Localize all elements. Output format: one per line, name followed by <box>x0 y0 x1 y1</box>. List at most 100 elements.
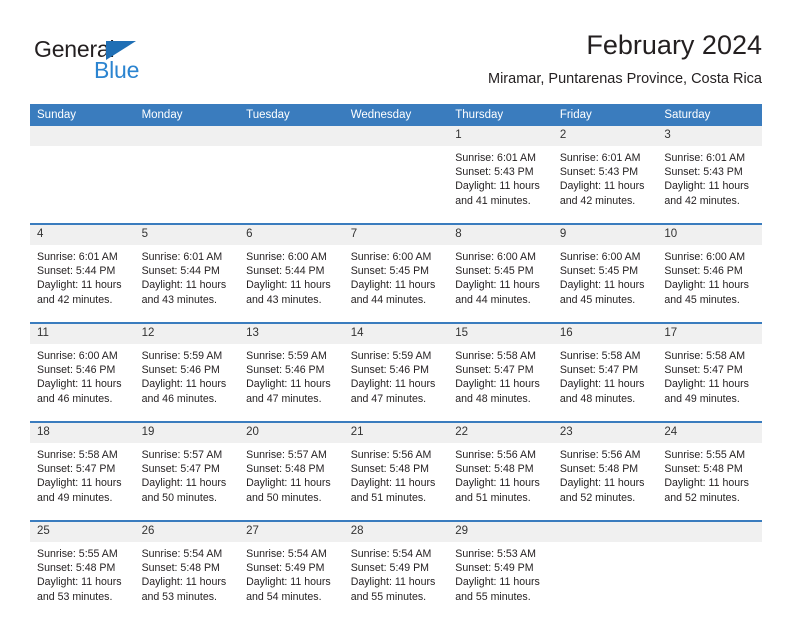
calendar-day-cell[interactable]: 28 Sunrise: 5:54 AM Sunset: 5:49 PM Dayligh… <box>343 520 449 619</box>
sunrise-time: Sunrise: 5:59 AM <box>246 350 327 362</box>
calendar-day-cell[interactable]: 3 Sunrise: 6:01 AM Sunset: 5:43 PM Daylight… <box>657 126 762 224</box>
sunrise-time: Sunrise: 6:01 AM <box>455 152 536 164</box>
sunrise-time: Sunrise: 5:58 AM <box>455 350 536 362</box>
calendar-day-cell[interactable]: 25 Sunrise: 5:55 AM Sunset: 5:48 PM Dayligh… <box>30 520 135 619</box>
day-details <box>135 146 240 223</box>
calendar-day-cell[interactable]: 16 Sunrise: 5:58 AM Sunset: 5:47 PM Dayligh… <box>552 322 658 422</box>
sunset-time: Sunset: 5:48 PM <box>246 463 325 476</box>
calendar-day-cell[interactable]: 6 Sunrise: 6:00 AM Sunset: 5:44 PM Daylight… <box>239 223 344 323</box>
day-number: 13 <box>239 324 344 344</box>
calendar-day-cell[interactable]: 5 Sunrise: 6:01 AM Sunset: 5:44 PM Daylight… <box>134 223 240 323</box>
calendar-day-cell[interactable]: 27 Sunrise: 5:54 AM Sunset: 5:49 PM Dayligh… <box>239 520 344 619</box>
calendar-day-cell[interactable]: 18 Sunrise: 5:58 AM Sunset: 5:47 PM Dayligh… <box>30 421 135 521</box>
daylight-duration-line1: Daylight: 11 hours <box>37 279 122 292</box>
calendar-day-cell[interactable]: 12 Sunrise: 5:59 AM Sunset: 5:46 PM Dayligh… <box>134 322 240 422</box>
weekday-header-friday: Friday <box>552 104 658 126</box>
daylight-duration-line2: and 44 minutes. <box>455 293 531 306</box>
daylight-duration-line2: and 42 minutes. <box>37 293 113 306</box>
sunset-time: Sunset: 5:44 PM <box>141 265 220 278</box>
day-details: Sunrise: 5:58 AM Sunset: 5:47 PM Daylight:… <box>657 344 762 421</box>
day-number: 11 <box>30 324 135 344</box>
sunrise-time: Sunrise: 5:58 AM <box>664 350 746 362</box>
daylight-duration-line1: Daylight: 11 hours <box>37 576 122 589</box>
calendar-header-row: Sunday Monday Tuesday Wednesday Thursday… <box>30 104 762 126</box>
daylight-duration-line2: and 42 minutes. <box>664 194 740 207</box>
calendar-day-cell[interactable]: 29 Sunrise: 5:53 AM Sunset: 5:49 PM Dayligh… <box>448 520 553 619</box>
day-number <box>134 126 240 146</box>
brand-name-blue: Blue <box>94 57 140 83</box>
calendar-week-row: 18 Sunrise: 5:58 AM Sunset: 5:47 PM Dayligh… <box>30 421 762 521</box>
calendar-day-cell-empty <box>657 520 762 619</box>
daylight-duration-line2: and 53 minutes. <box>141 590 217 603</box>
day-number: 26 <box>134 522 240 542</box>
calendar-day-cell[interactable]: 10 Sunrise: 6:00 AM Sunset: 5:46 PM Dayligh… <box>657 223 762 323</box>
calendar-day-cell-empty <box>30 126 135 224</box>
day-number: 6 <box>239 225 344 245</box>
calendar-day-cell[interactable]: 24 Sunrise: 5:55 AM Sunset: 5:48 PM Dayligh… <box>657 421 762 521</box>
sunset-time: Sunset: 5:48 PM <box>37 562 116 575</box>
calendar-day-cell[interactable]: 9 Sunrise: 6:00 AM Sunset: 5:45 PM Daylight… <box>552 223 658 323</box>
day-details: Sunrise: 5:59 AM Sunset: 5:46 PM Daylight:… <box>135 344 240 421</box>
day-details: Sunrise: 5:54 AM Sunset: 5:49 PM Daylight:… <box>344 542 449 619</box>
day-details: Sunrise: 6:00 AM Sunset: 5:45 PM Daylight:… <box>553 245 658 322</box>
sunset-time: Sunset: 5:47 PM <box>664 364 743 377</box>
day-number: 25 <box>30 522 135 542</box>
calendar-day-cell[interactable]: 17 Sunrise: 5:58 AM Sunset: 5:47 PM Dayligh… <box>657 322 762 422</box>
daylight-duration-line1: Daylight: 11 hours <box>664 378 749 391</box>
day-details: Sunrise: 5:55 AM Sunset: 5:48 PM Daylight:… <box>657 443 762 520</box>
day-number: 4 <box>30 225 135 245</box>
calendar-day-cell[interactable]: 11 Sunrise: 6:00 AM Sunset: 5:46 PM Dayligh… <box>30 322 135 422</box>
calendar-day-cell[interactable]: 26 Sunrise: 5:54 AM Sunset: 5:48 PM Dayligh… <box>134 520 240 619</box>
day-details: Sunrise: 6:01 AM Sunset: 5:44 PM Daylight:… <box>135 245 240 322</box>
calendar-day-cell[interactable]: 7 Sunrise: 6:00 AM Sunset: 5:45 PM Daylight… <box>343 223 449 323</box>
day-details <box>30 146 135 223</box>
calendar-day-cell[interactable]: 13 Sunrise: 5:59 AM Sunset: 5:46 PM Dayligh… <box>239 322 344 422</box>
daylight-duration-line1: Daylight: 11 hours <box>141 477 227 490</box>
daylight-duration-line1: Daylight: 11 hours <box>455 180 540 193</box>
sunrise-time: Sunrise: 6:00 AM <box>246 251 327 263</box>
daylight-duration-line2: and 46 minutes. <box>141 392 217 405</box>
day-details: Sunrise: 6:01 AM Sunset: 5:43 PM Daylight:… <box>553 146 658 223</box>
sunset-time: Sunset: 5:43 PM <box>664 166 743 179</box>
daylight-duration-line1: Daylight: 11 hours <box>246 378 331 391</box>
sunrise-time: Sunrise: 5:58 AM <box>37 449 118 461</box>
sunrise-time: Sunrise: 5:54 AM <box>350 548 432 560</box>
daylight-duration-line2: and 53 minutes. <box>37 590 113 603</box>
day-number: 3 <box>657 126 762 146</box>
sunrise-time: Sunrise: 5:53 AM <box>455 548 536 560</box>
daylight-duration-line1: Daylight: 11 hours <box>664 477 749 490</box>
calendar-day-cell[interactable]: 22 Sunrise: 5:56 AM Sunset: 5:48 PM Dayligh… <box>448 421 553 521</box>
daylight-duration-line1: Daylight: 11 hours <box>455 378 540 391</box>
day-details <box>239 146 344 223</box>
day-details: Sunrise: 6:00 AM Sunset: 5:46 PM Daylight:… <box>657 245 762 322</box>
daylight-duration-line1: Daylight: 11 hours <box>141 378 227 391</box>
location-subtitle: Miramar, Puntarenas Province, Costa Rica <box>488 71 762 87</box>
sunrise-time: Sunrise: 5:54 AM <box>141 548 223 560</box>
daylight-duration-line2: and 44 minutes. <box>350 293 427 306</box>
calendar-week-row: 11 Sunrise: 6:00 AM Sunset: 5:46 PM Dayligh… <box>30 322 762 422</box>
brand-logo[interactable]: General Blue <box>34 36 214 92</box>
sunrise-time: Sunrise: 6:00 AM <box>559 251 641 263</box>
calendar-day-cell[interactable]: 2 Sunrise: 6:01 AM Sunset: 5:43 PM Daylight… <box>552 126 658 224</box>
sunrise-time: Sunrise: 6:01 AM <box>559 152 641 164</box>
calendar-day-cell[interactable]: 8 Sunrise: 6:00 AM Sunset: 5:45 PM Daylight… <box>448 223 553 323</box>
day-details: Sunrise: 6:01 AM Sunset: 5:43 PM Daylight:… <box>657 146 762 223</box>
sunrise-time: Sunrise: 5:58 AM <box>559 350 641 362</box>
calendar-day-cell[interactable]: 20 Sunrise: 5:57 AM Sunset: 5:48 PM Dayligh… <box>239 421 344 521</box>
day-details: Sunrise: 5:56 AM Sunset: 5:48 PM Daylight:… <box>448 443 553 520</box>
day-number: 2 <box>552 126 658 146</box>
calendar-day-cell[interactable]: 4 Sunrise: 6:01 AM Sunset: 5:44 PM Daylight… <box>30 223 135 323</box>
sunset-time: Sunset: 5:49 PM <box>350 562 430 575</box>
day-details: Sunrise: 5:59 AM Sunset: 5:46 PM Daylight:… <box>239 344 344 421</box>
calendar-day-cell[interactable]: 1 Sunrise: 6:01 AM Sunset: 5:43 PM Daylight… <box>448 126 553 224</box>
day-details: Sunrise: 6:01 AM Sunset: 5:43 PM Daylight:… <box>448 146 553 223</box>
calendar-day-cell[interactable]: 15 Sunrise: 5:58 AM Sunset: 5:47 PM Dayligh… <box>448 322 553 422</box>
day-details: Sunrise: 5:58 AM Sunset: 5:47 PM Daylight:… <box>553 344 658 421</box>
calendar-day-cell[interactable]: 21 Sunrise: 5:56 AM Sunset: 5:48 PM Dayligh… <box>343 421 449 521</box>
daylight-duration-line2: and 45 minutes. <box>559 293 636 306</box>
sunrise-time: Sunrise: 5:57 AM <box>141 449 223 461</box>
calendar-day-cell[interactable]: 23 Sunrise: 5:56 AM Sunset: 5:48 PM Dayligh… <box>552 421 658 521</box>
calendar-day-cell[interactable]: 14 Sunrise: 5:59 AM Sunset: 5:46 PM Dayligh… <box>343 322 449 422</box>
calendar-day-cell[interactable]: 19 Sunrise: 5:57 AM Sunset: 5:47 PM Dayligh… <box>134 421 240 521</box>
day-number: 22 <box>448 423 553 443</box>
